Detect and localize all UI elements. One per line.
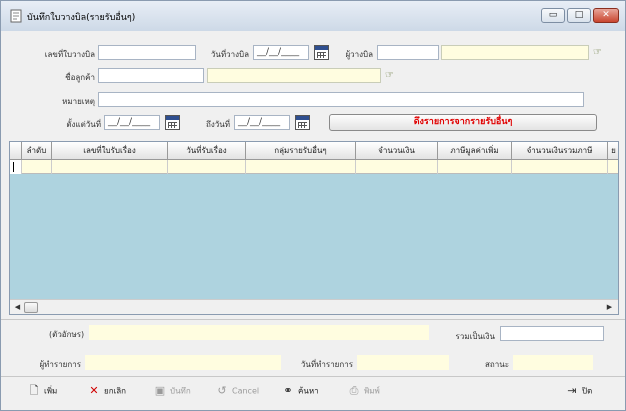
total-field bbox=[500, 326, 604, 341]
grid-col-truncated[interactable]: ย bbox=[608, 142, 618, 160]
grid-col-vat[interactable]: ภาษีมูลค่าเพิ่ม bbox=[438, 142, 512, 160]
from-date-label: ตั้งแต่วันที่ bbox=[66, 120, 101, 129]
row-selector-header bbox=[10, 142, 22, 160]
grid-header: ลำดับ เลขที่ใบรับเรื่อง วันที่รับเรื่อง … bbox=[10, 142, 618, 160]
search-button[interactable]: ⚭ ค้นหา bbox=[281, 383, 319, 399]
amount-text-field bbox=[89, 325, 429, 340]
binoculars-icon: ⚭ bbox=[283, 384, 293, 397]
cancel-document-label: ยกเลิก bbox=[104, 386, 127, 396]
cell-doc-no[interactable] bbox=[52, 160, 168, 174]
customer-lookup-icon[interactable]: ☞ bbox=[385, 70, 397, 82]
horizontal-scrollbar[interactable]: ◀ ▶ bbox=[10, 299, 618, 314]
items-grid[interactable]: ลำดับ เลขที่ใบรับเรื่อง วันที่รับเรื่อง … bbox=[9, 141, 619, 315]
close-button[interactable]: ⇥ ปิด bbox=[565, 383, 592, 399]
grid-col-income-group[interactable]: กลุ่มรายรับอื่นๆ bbox=[246, 142, 356, 160]
from-date-input[interactable]: __/__/____ bbox=[104, 115, 160, 130]
title-bar: บันทึกใบวางบิล(รายรับอื่นๆ) ▭ □ ✕ bbox=[1, 1, 625, 31]
cell-income-group[interactable] bbox=[246, 160, 356, 174]
window-title: บันทึกใบวางบิล(รายรับอื่นๆ) bbox=[27, 13, 136, 23]
bill-date-label: วันที่วางบิล bbox=[210, 50, 249, 59]
cell-total-with-vat[interactable] bbox=[512, 160, 608, 174]
print-button[interactable]: ⎙ พิมพ์ bbox=[347, 383, 380, 399]
customer-name-field bbox=[207, 68, 381, 83]
divider bbox=[1, 319, 625, 320]
biller-label: ผู้วางบิล bbox=[345, 50, 373, 59]
total-label: รวมเป็นเงิน bbox=[455, 332, 495, 341]
cell-receive-date[interactable] bbox=[168, 160, 246, 174]
row-selector[interactable] bbox=[10, 160, 22, 174]
created-date-label: วันที่ทำรายการ bbox=[300, 360, 353, 369]
remark-input[interactable] bbox=[98, 92, 584, 107]
maximize-button[interactable]: □ bbox=[567, 8, 591, 23]
remark-label: หมายเหตุ bbox=[62, 97, 95, 106]
status-label: สถานะ bbox=[485, 360, 509, 369]
to-date-calendar-icon[interactable] bbox=[295, 115, 310, 130]
biller-lookup-icon[interactable]: ☞ bbox=[593, 47, 605, 59]
customer-code-input[interactable] bbox=[98, 68, 204, 83]
main-window: บันทึกใบวางบิล(รายรับอื่นๆ) ▭ □ ✕ เลขที่… bbox=[0, 0, 626, 411]
creator-label: ผู้ทำรายการ bbox=[39, 360, 81, 369]
biller-code-input[interactable] bbox=[377, 45, 439, 60]
scroll-left-icon[interactable]: ◀ bbox=[12, 302, 23, 313]
new-document-icon: 🗋 bbox=[29, 384, 39, 397]
grid-col-receive-date[interactable]: วันที่รับเรื่อง bbox=[168, 142, 246, 160]
cell-vat[interactable] bbox=[438, 160, 512, 174]
status-field bbox=[513, 355, 593, 370]
undo-icon: ↺ bbox=[217, 384, 227, 397]
grid-col-total-with-vat[interactable]: จำนวนเงินรวมภาษี bbox=[512, 142, 608, 160]
search-button-label: ค้นหา bbox=[298, 386, 319, 396]
bill-date-input[interactable]: __/__/____ bbox=[253, 45, 309, 60]
cell-seq[interactable] bbox=[22, 160, 52, 174]
bill-no-label: เลขที่ใบวางบิล bbox=[44, 50, 95, 59]
minimize-button[interactable]: ▭ bbox=[541, 8, 565, 23]
bill-no-input[interactable] bbox=[98, 45, 196, 60]
grid-col-seq[interactable]: ลำดับ bbox=[22, 142, 52, 160]
customer-label: ชื่อลูกค้า bbox=[65, 73, 95, 82]
close-window-button[interactable]: ✕ bbox=[593, 8, 619, 23]
save-button-label: บันทึก bbox=[170, 386, 191, 396]
created-date-field bbox=[357, 355, 449, 370]
save-button[interactable]: ▣ บันทึก bbox=[153, 383, 191, 399]
table-row[interactable] bbox=[10, 160, 618, 174]
document-icon bbox=[10, 9, 22, 23]
cancel-button[interactable]: ↺ Cancel bbox=[215, 383, 259, 399]
to-date-label: ถึงวันที่ bbox=[206, 120, 230, 129]
cancel-document-button[interactable]: ✕ ยกเลิก bbox=[87, 383, 126, 399]
biller-name-field bbox=[441, 45, 589, 60]
red-x-icon: ✕ bbox=[89, 384, 99, 397]
add-button[interactable]: 🗋 เพิ่ม bbox=[27, 383, 58, 399]
cell-amount[interactable] bbox=[356, 160, 438, 174]
close-button-label: ปิด bbox=[582, 386, 593, 396]
grid-col-doc-no[interactable]: เลขที่ใบรับเรื่อง bbox=[52, 142, 168, 160]
add-button-label: เพิ่ม bbox=[44, 386, 58, 396]
fetch-other-income-button[interactable]: ดึงรายการจากรายรับอื่นๆ bbox=[329, 114, 597, 131]
printer-icon: ⎙ bbox=[349, 384, 359, 397]
to-date-input[interactable]: __/__/____ bbox=[234, 115, 290, 130]
bill-date-calendar-icon[interactable] bbox=[314, 45, 329, 60]
floppy-icon: ▣ bbox=[154, 384, 166, 397]
exit-door-icon: ⇥ bbox=[567, 384, 577, 397]
cancel-button-label: Cancel bbox=[232, 386, 260, 396]
scroll-thumb[interactable] bbox=[24, 302, 38, 313]
print-button-label: พิมพ์ bbox=[364, 386, 380, 396]
creator-field bbox=[85, 355, 281, 370]
toolbar-divider bbox=[1, 376, 625, 377]
grid-col-amount[interactable]: จำนวนเงิน bbox=[356, 142, 438, 160]
scroll-right-icon[interactable]: ▶ bbox=[604, 302, 615, 313]
from-date-calendar-icon[interactable] bbox=[165, 115, 180, 130]
